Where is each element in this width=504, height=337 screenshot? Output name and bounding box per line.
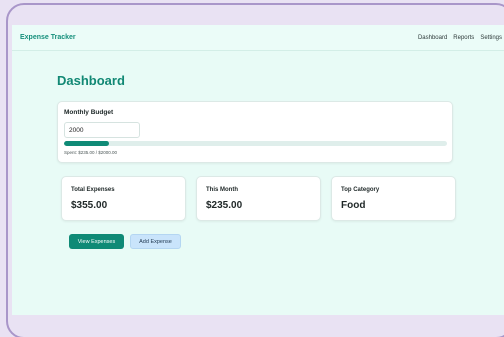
top-nav-bar: Expense Tracker Dashboard Reports Settin… (12, 25, 504, 51)
stat-label: Total Expenses (71, 187, 115, 193)
stat-value: Food (341, 200, 366, 211)
stat-value: $235.00 (206, 200, 243, 211)
monthly-budget-card: Monthly Budget Spent: $235.00 / $2000.00 (57, 101, 453, 163)
stat-label: Top Category (341, 187, 380, 193)
budget-spent-text: Spent: $235.00 / $2000.00 (64, 150, 118, 155)
nav-links: Dashboard Reports Settings (418, 35, 502, 41)
nav-link-settings[interactable]: Settings (480, 35, 502, 41)
budget-progress-fill (64, 141, 109, 146)
budget-title: Monthly Budget (64, 109, 114, 116)
add-expense-button[interactable]: Add Expense (130, 234, 181, 249)
stat-card-this-month: This Month $235.00 (196, 176, 321, 221)
budget-input[interactable] (64, 122, 140, 138)
device-frame: Expense Tracker Dashboard Reports Settin… (6, 3, 504, 337)
app-brand[interactable]: Expense Tracker (20, 34, 76, 41)
stat-card-total-expenses: Total Expenses $355.00 (61, 176, 186, 221)
stat-label: This Month (206, 187, 238, 193)
nav-link-reports[interactable]: Reports (453, 35, 474, 41)
budget-progress-bar (64, 141, 447, 146)
stat-value: $355.00 (71, 200, 108, 211)
stat-card-top-category: Top Category Food (331, 176, 456, 221)
app-window: Expense Tracker Dashboard Reports Settin… (12, 25, 504, 315)
view-expenses-button[interactable]: View Expenses (69, 234, 124, 249)
page-title: Dashboard (57, 73, 125, 88)
nav-link-dashboard[interactable]: Dashboard (418, 35, 447, 41)
